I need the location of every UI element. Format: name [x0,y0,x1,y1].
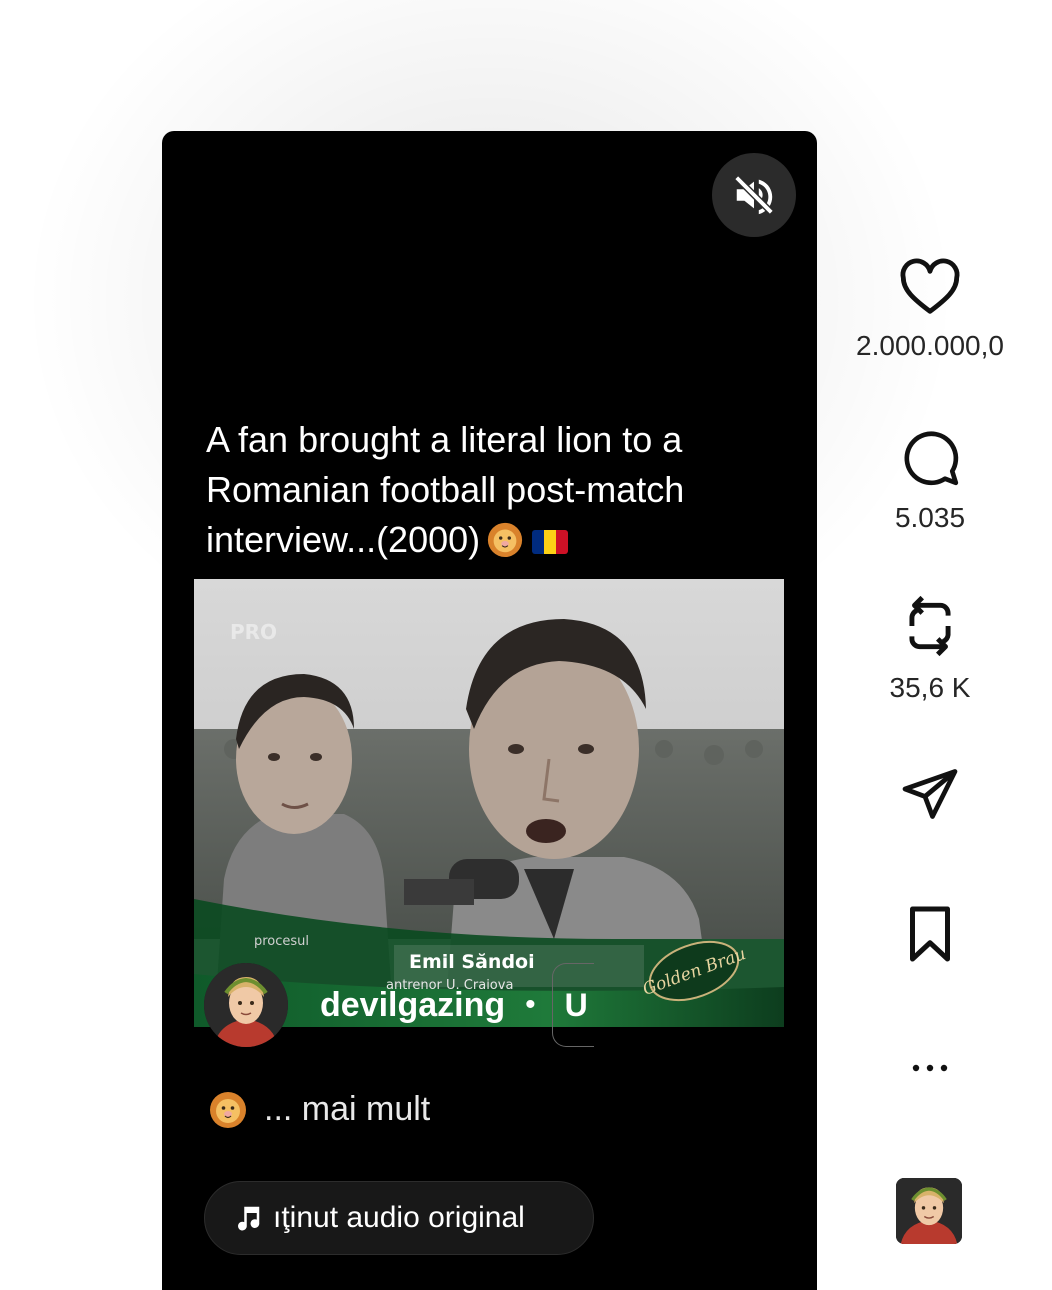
lion-emoji [210,1092,246,1128]
lion-emoji [488,522,523,558]
repost-button[interactable] [899,594,961,658]
music-note-icon [238,1206,260,1231]
bookmark-icon [910,906,950,962]
more-link[interactable]: ... mai mult [264,1090,430,1129]
save-action [840,904,1020,964]
save-button[interactable] [903,904,957,964]
avatar-image [204,963,288,1047]
follow-label: U [564,986,588,1023]
reel-player[interactable]: A fan brought a literal lion to a Romani… [162,131,817,1290]
audio-avatar[interactable] [896,1178,962,1244]
comment-icon [904,431,959,486]
heart-icon [900,258,960,314]
more-options-button[interactable] [905,1058,955,1078]
share-button[interactable] [899,764,961,824]
repost-count: 35,6 K [889,672,971,703]
author-name[interactable]: devilgazing [320,986,505,1025]
audio-button[interactable]: ıţinut audio original [204,1181,594,1255]
share-icon [902,769,958,819]
follow-button[interactable]: U [551,963,594,1047]
post-headline: A fan brought a literal lion to a Romani… [206,415,766,565]
like-count: 2.000.000,0 [856,330,1004,361]
video-still: Emil Săndoi antrenor U. Craiova procesul… [194,579,784,1027]
repost-icon [909,595,951,657]
like-button[interactable] [898,256,962,316]
audio-label: ıţinut audio original [273,1201,525,1234]
romania-flag [532,530,569,554]
comment-count: 5.035 [894,502,966,533]
like-action: 2.000.000,0 [840,256,1020,362]
author-avatar[interactable] [204,963,288,1047]
comment-action: 5.035 [840,426,1020,534]
share-action [840,764,1020,824]
audio-avatar-image [896,1178,962,1244]
comment-button[interactable] [899,426,961,488]
channel-logo: PRO [230,620,277,644]
headline-text: A fan brought a literal lion to a Romani… [206,419,685,560]
author-row: devilgazing • U [204,963,594,1047]
caption-row[interactable]: ... mai mult [208,1089,430,1129]
more-icon [912,1064,948,1072]
mute-button[interactable] [712,153,796,237]
repost-action: 35,6 K [840,594,1020,704]
show-name: procesul [254,934,309,949]
more-action [840,1058,1020,1078]
separator-dot: • [525,988,536,1021]
mute-icon [734,175,774,215]
video-frame[interactable]: Emil Săndoi antrenor U. Craiova procesul… [194,579,784,1027]
